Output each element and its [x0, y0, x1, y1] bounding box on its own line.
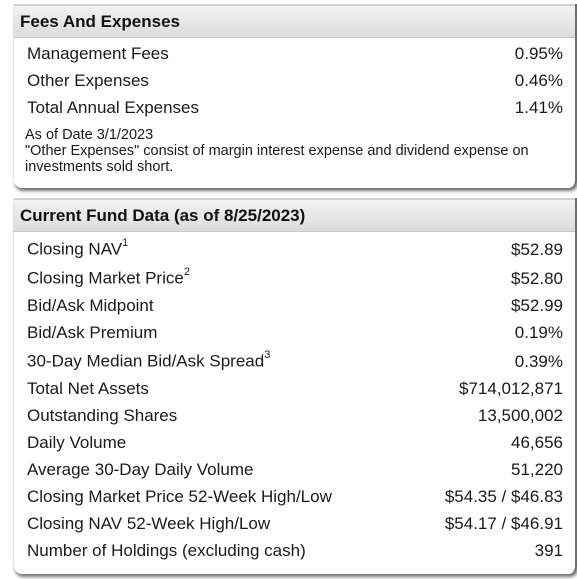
fund-data-row: Closing Market Price 52-Week High/Low $54… — [14, 483, 575, 510]
fund-data-value: 391 — [534, 541, 563, 560]
fund-data-value: 51,220 — [511, 460, 563, 479]
other-expenses-footnote: "Other Expenses" consist of margin inter… — [25, 143, 529, 175]
fund-data-label: Daily Volume — [27, 429, 126, 456]
fund-data-label: 30-Day Median Bid/Ask Spread3 — [27, 344, 270, 375]
fund-data-value: $52.99 — [511, 296, 563, 315]
fee-label: Management Fees — [27, 44, 169, 63]
fund-data-label: Number of Holdings (excluding cash) — [27, 537, 306, 564]
fund-data-label-text: 30-Day Median Bid/Ask Spread — [27, 352, 265, 371]
fees-notes: As of Date 3/1/2023 "Other Expenses" con… — [14, 121, 575, 183]
fund-data-row: Bid/Ask Premium 0.19% — [14, 319, 575, 346]
fund-data-label-text: Closing NAV 52-Week High/Low — [27, 514, 271, 533]
footnote-marker: 2 — [183, 266, 190, 279]
fund-data-row: Total Net Assets $714,012,871 — [14, 375, 575, 402]
fee-value: 0.46% — [514, 71, 563, 90]
fee-label: Total Annual Expenses — [27, 98, 200, 117]
fund-data-value: $714,012,871 — [459, 379, 563, 398]
fund-data-label-text: Closing NAV — [27, 240, 123, 259]
fund-panel-title: Current Fund Data (as of 8/25/2023) — [14, 198, 575, 232]
fees-panel-title: Fees And Expenses — [14, 4, 575, 38]
fund-data-row: Closing NAV1 $52.89 — [14, 234, 575, 263]
fund-data-value: $52.80 — [511, 269, 563, 288]
fund-data-label-text: Closing Market Price — [27, 269, 184, 288]
fee-label: Other Expenses — [27, 71, 149, 90]
fee-value: 1.41% — [514, 98, 563, 117]
fund-data-label: Closing Market Price 52-Week High/Low — [27, 483, 332, 510]
fund-data-value: 46,656 — [511, 433, 563, 452]
fund-data-value: $54.17 / $46.91 — [444, 514, 563, 533]
fund-data-row: Average 30-Day Daily Volume 51,220 — [14, 456, 575, 483]
as-of-date: As of Date 3/1/2023 — [25, 127, 154, 143]
fees-and-expenses-panel: Fees And Expenses Management Fees 0.95% … — [14, 4, 577, 188]
fund-data-row: Closing NAV 52-Week High/Low $54.17 / $46… — [14, 510, 575, 537]
fee-value: 0.95% — [514, 44, 563, 63]
fund-data-value: $52.89 — [511, 240, 563, 259]
fund-data-label-text: Bid/Ask Premium — [27, 323, 158, 342]
fund-data-value: $54.35 / $46.83 — [444, 487, 563, 506]
fund-data-label-text: Average 30-Day Daily Volume — [27, 460, 254, 479]
fund-data-row: Outstanding Shares 13,500,002 — [14, 402, 575, 429]
fee-row: Total Annual Expenses 1.41% — [14, 94, 575, 121]
fund-data-label: Average 30-Day Daily Volume — [27, 456, 253, 483]
fund-data-label: Closing Market Price2 — [27, 261, 190, 292]
fund-data-label: Bid/Ask Premium — [27, 319, 157, 346]
fund-data-row: Daily Volume 46,656 — [14, 429, 575, 456]
fund-data-row: Closing Market Price2 $52.80 — [14, 263, 575, 292]
fund-data-label-text: Outstanding Shares — [27, 406, 178, 425]
fund-data-value: 0.39% — [514, 352, 563, 371]
fund-data-row: 30-Day Median Bid/Ask Spread3 0.39% — [14, 346, 575, 375]
fee-row: Management Fees 0.95% — [14, 40, 575, 67]
fund-data-row: Number of Holdings (excluding cash) 391 — [14, 537, 575, 564]
fund-data-label: Closing NAV 52-Week High/Low — [27, 510, 270, 537]
fund-data-label-text: Daily Volume — [27, 433, 127, 452]
fund-data-label-text: Number of Holdings (excluding cash) — [27, 541, 306, 560]
fund-data-label: Total Net Assets — [27, 375, 149, 402]
fund-data-value: 0.19% — [514, 323, 563, 342]
footnote-marker: 1 — [122, 237, 129, 250]
fund-data-row: Bid/Ask Midpoint $52.99 — [14, 292, 575, 319]
fund-data-value: 13,500,002 — [477, 406, 563, 425]
fund-data-label: Bid/Ask Midpoint — [27, 292, 154, 319]
fund-data-label-text: Total Net Assets — [27, 379, 149, 398]
current-fund-data-panel: Current Fund Data (as of 8/25/2023) Clos… — [14, 198, 577, 574]
footnote-marker: 3 — [264, 349, 271, 362]
fund-data-label-text: Closing Market Price 52-Week High/Low — [27, 487, 332, 506]
fee-row: Other Expenses 0.46% — [14, 67, 575, 94]
fund-data-label: Outstanding Shares — [27, 402, 177, 429]
fund-data-label: Closing NAV1 — [27, 232, 128, 263]
fund-data-label-text: Bid/Ask Midpoint — [27, 296, 154, 315]
